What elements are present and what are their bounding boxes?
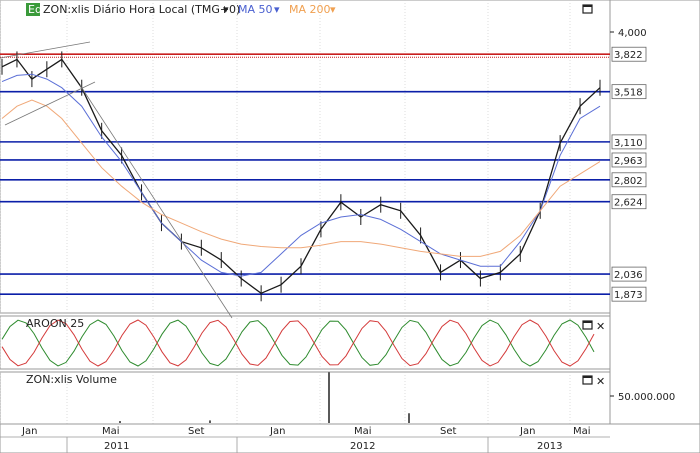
ma200-dropdown-icon[interactable]: ▾ bbox=[330, 3, 336, 16]
month-label: Set bbox=[440, 426, 457, 437]
symbol-dropdown-icon[interactable]: ▾ bbox=[223, 3, 229, 16]
equity-badge-label: Eq bbox=[28, 3, 42, 16]
ma200-label[interactable]: MA 200 bbox=[289, 3, 331, 16]
price-level-label: 3,518 bbox=[614, 88, 643, 99]
year-label: 2013 bbox=[537, 441, 562, 452]
price-level-label: 3,822 bbox=[614, 50, 643, 61]
volume-tick: 50.000.000 bbox=[618, 392, 675, 403]
volume-title: ZON:xlis Volume bbox=[26, 373, 117, 386]
month-label: Jan bbox=[21, 426, 37, 437]
right-axis-area bbox=[609, 0, 700, 425]
price-level-label: 1,873 bbox=[614, 290, 643, 301]
price-level-label: 2,963 bbox=[614, 156, 643, 167]
month-label: Mai bbox=[102, 426, 120, 437]
aroon-title: AROON 25 bbox=[26, 317, 84, 330]
x-axis: Jan Mai Set Jan Mai Set Jan Mai 2011 2012 2013 bbox=[0, 423, 700, 453]
symbol-label[interactable]: ZON:xlis Diário Hora Local (TMG+0) bbox=[43, 3, 240, 16]
volume-close-icon[interactable]: ✕ bbox=[596, 375, 605, 388]
year-label: 2011 bbox=[104, 441, 129, 452]
y-tick-4000: 4,000 bbox=[618, 28, 647, 39]
price-level-label: 2,624 bbox=[614, 198, 643, 209]
chart-svg: 3,822 3,518 3,110 2,963 2,802 2,624 2,036 1,873… bbox=[0, 0, 700, 453]
month-label: Jan bbox=[269, 426, 285, 437]
month-label: Mai bbox=[354, 426, 372, 437]
price-level-label: 3,110 bbox=[614, 138, 643, 149]
month-label: Mai bbox=[573, 426, 591, 437]
price-panel bbox=[0, 0, 611, 314]
year-label: 2012 bbox=[350, 441, 375, 452]
ma50-dropdown-icon[interactable]: ▾ bbox=[274, 3, 280, 16]
month-label: Set bbox=[188, 426, 205, 437]
chart-root: 3,822 3,518 3,110 2,963 2,802 2,624 2,036 1,873… bbox=[0, 0, 700, 453]
price-level-label: 2,036 bbox=[614, 270, 643, 281]
aroon-close-icon[interactable]: ✕ bbox=[596, 320, 605, 333]
ma50-label[interactable]: MA 50 bbox=[238, 3, 273, 16]
month-label: Jan bbox=[519, 426, 535, 437]
price-level-label: 2,802 bbox=[614, 176, 643, 187]
